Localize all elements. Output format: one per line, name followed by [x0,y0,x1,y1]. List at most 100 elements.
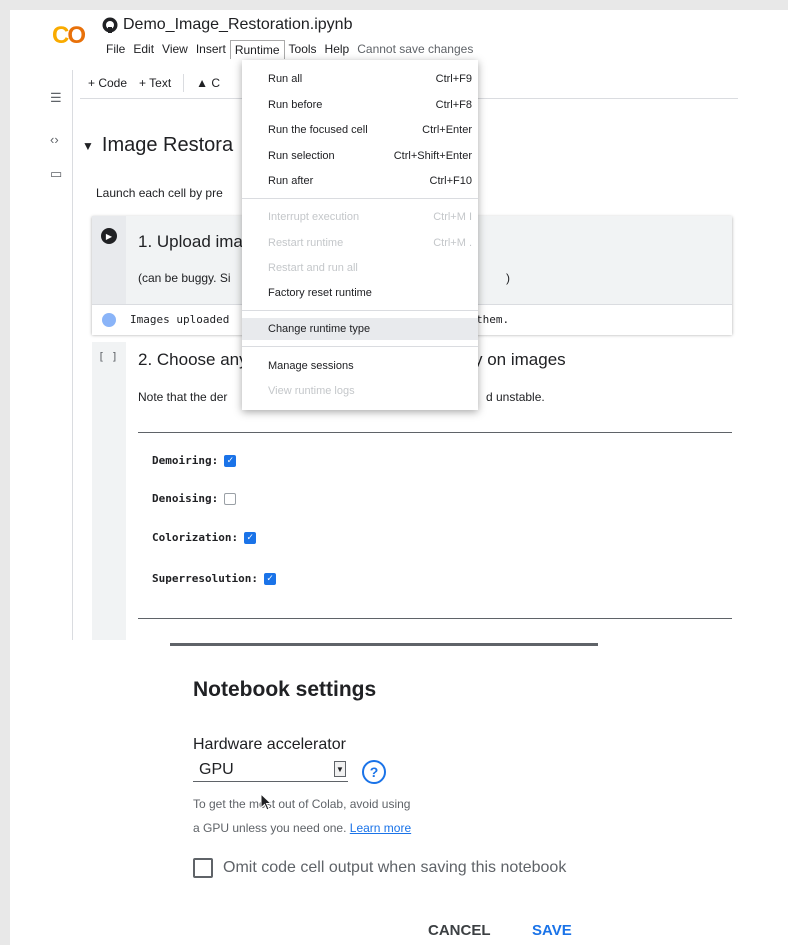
menu-item-shortcut: Ctrl+Enter [422,124,472,136]
drive-icon: ▲ [196,76,209,90]
menu-item-run-focused-cell[interactable]: Run the focused cell Ctrl+Enter [242,119,478,141]
list-icon[interactable]: ☰ [50,90,62,106]
cell-subtitle-left: (can be buggy. Si [138,271,231,285]
omit-output-option[interactable]: Omit code cell output when saving this n… [193,858,566,878]
save-status: Cannot save changes [357,42,474,56]
menu-insert[interactable]: Insert [192,40,230,59]
dialog-top-bar [170,643,598,646]
code-icon[interactable]: ‹› [50,132,59,147]
menu-item-run-selection[interactable]: Run selection Ctrl+Shift+Enter [242,145,478,167]
menu-item-restart-runtime: Restart runtime Ctrl+M . [242,232,478,254]
section-intro: Launch each cell by pre [96,186,223,200]
omit-output-checkbox[interactable] [193,858,213,878]
menu-file[interactable]: File [102,40,129,59]
option-colorization: Colorization: ✓ [152,531,257,544]
option-label: Superresolution: [152,572,258,585]
menu-item-change-runtime-type[interactable]: Change runtime type [242,318,478,340]
cell-title: 1. Upload ima [138,232,243,251]
dialog-title: Notebook settings [193,678,377,701]
menu-separator [242,198,478,199]
drive-button[interactable]: ▲ C [196,76,220,90]
drive-label: C [211,76,221,90]
option-label: Demoiring: [152,454,219,467]
menu-item-label: View runtime logs [268,385,355,397]
section-heading[interactable]: ▼ Image Restora [82,134,233,157]
menu-item-label: Interrupt execution [268,211,360,223]
hint-text-prefix: a GPU unless you need one. [193,821,347,835]
section-title: Image Restora [101,134,234,156]
menu-separator [242,310,478,311]
menu-item-interrupt-execution: Interrupt execution Ctrl+M I [242,206,478,228]
menu-edit[interactable]: Edit [129,40,158,59]
add-code-button[interactable]: + Code [88,76,127,90]
save-button[interactable]: SAVE [532,922,572,939]
run-cell-icon[interactable]: ▶ [101,228,117,244]
select-value: GPU [199,761,234,778]
cell-note-left: Note that the der [138,390,228,404]
menu-item-shortcut: Ctrl+M I [433,211,472,223]
colab-window: CO Demo_Image_Restoration.ipynb File Edi… [10,10,788,945]
menu-item-label: Run all [268,73,303,85]
runtime-menu: Run all Ctrl+F9 Run before Ctrl+F8 Run t… [242,60,478,410]
cell-subtitle-right: ) [506,271,510,285]
menu-item-run-all[interactable]: Run all Ctrl+F9 [242,68,478,90]
collapse-caret-icon[interactable]: ▼ [82,139,94,153]
cell-gutter [92,342,126,640]
add-text-button[interactable]: + Text [139,76,171,90]
menu-item-label: Change runtime type [268,323,371,335]
menu-item-shortcut: Ctrl+F8 [435,99,472,111]
learn-more-link[interactable]: Learn more [350,821,411,835]
menu-tools[interactable]: Tools [285,40,321,59]
cell-title-right: y on images [474,350,566,369]
option-demoiring: Demoiring: ✓ [152,454,237,467]
hint-text-line2: a GPU unless you need one. Learn more [193,821,411,835]
menu-item-label: Manage sessions [268,360,354,372]
denoising-checkbox[interactable] [224,492,237,505]
avatar [102,313,116,327]
folder-icon[interactable]: ▭ [50,166,62,182]
menu-item-label: Run the focused cell [268,124,368,136]
toolbar-divider [183,74,185,92]
menu-item-label: Run before [268,99,323,111]
help-icon[interactable]: ? [362,760,386,784]
superresolution-checkbox[interactable]: ✓ [263,572,276,585]
option-superresolution: Superresolution: ✓ [152,572,276,585]
menu-item-shortcut: Ctrl+F9 [435,73,472,85]
colorization-checkbox[interactable]: ✓ [244,531,257,544]
option-denoising: Denoising: [152,492,237,505]
notebook-title-row: Demo_Image_Restoration.ipynb [102,16,352,34]
output-text-left: Images uploaded [130,313,230,326]
menu-item-factory-reset-runtime[interactable]: Factory reset runtime [242,282,478,304]
omit-output-label: Omit code cell output when saving this n… [223,859,567,876]
run-cell-bracket[interactable]: [ ] [98,350,118,363]
hardware-accelerator-select[interactable]: GPU ▼ [193,759,348,782]
notebook-title[interactable]: Demo_Image_Restoration.ipynb [123,16,352,34]
left-rail: ☰ ‹› ▭ [10,70,73,640]
menu-runtime[interactable]: Runtime [229,40,285,59]
menu-item-shortcut: Ctrl+M . [433,237,472,249]
hardware-accelerator-label: Hardware accelerator [193,736,346,753]
demoiring-checkbox[interactable]: ✓ [224,454,237,467]
divider [138,432,732,433]
menu-view[interactable]: View [158,40,192,59]
hint-text: To get the most out of Colab, avoid usin… [193,797,411,811]
menu-item-shortcut: Ctrl+Shift+Enter [393,150,472,162]
menu-item-run-before[interactable]: Run before Ctrl+F8 [242,94,478,116]
option-label: Colorization: [152,531,239,544]
menu-item-run-after[interactable]: Run after Ctrl+F10 [242,170,478,192]
menu-item-label: Restart runtime [268,237,344,249]
menu-item-view-runtime-logs: View runtime logs [242,380,478,402]
menu-item-label: Run selection [268,150,335,162]
mouse-cursor-icon [260,792,273,816]
menu-item-shortcut: Ctrl+F10 [429,175,473,187]
option-label: Denoising: [152,492,219,505]
menu-help[interactable]: Help [321,40,354,59]
dropdown-arrow-icon[interactable]: ▼ [334,761,346,777]
divider [138,618,732,619]
colab-logo[interactable]: CO [52,22,86,50]
cancel-button[interactable]: CANCEL [428,922,491,939]
menu-item-manage-sessions[interactable]: Manage sessions [242,355,478,377]
cell-title-left: 2. Choose any [138,350,248,369]
output-text-right: them. [476,313,510,326]
menu-separator [242,346,478,347]
